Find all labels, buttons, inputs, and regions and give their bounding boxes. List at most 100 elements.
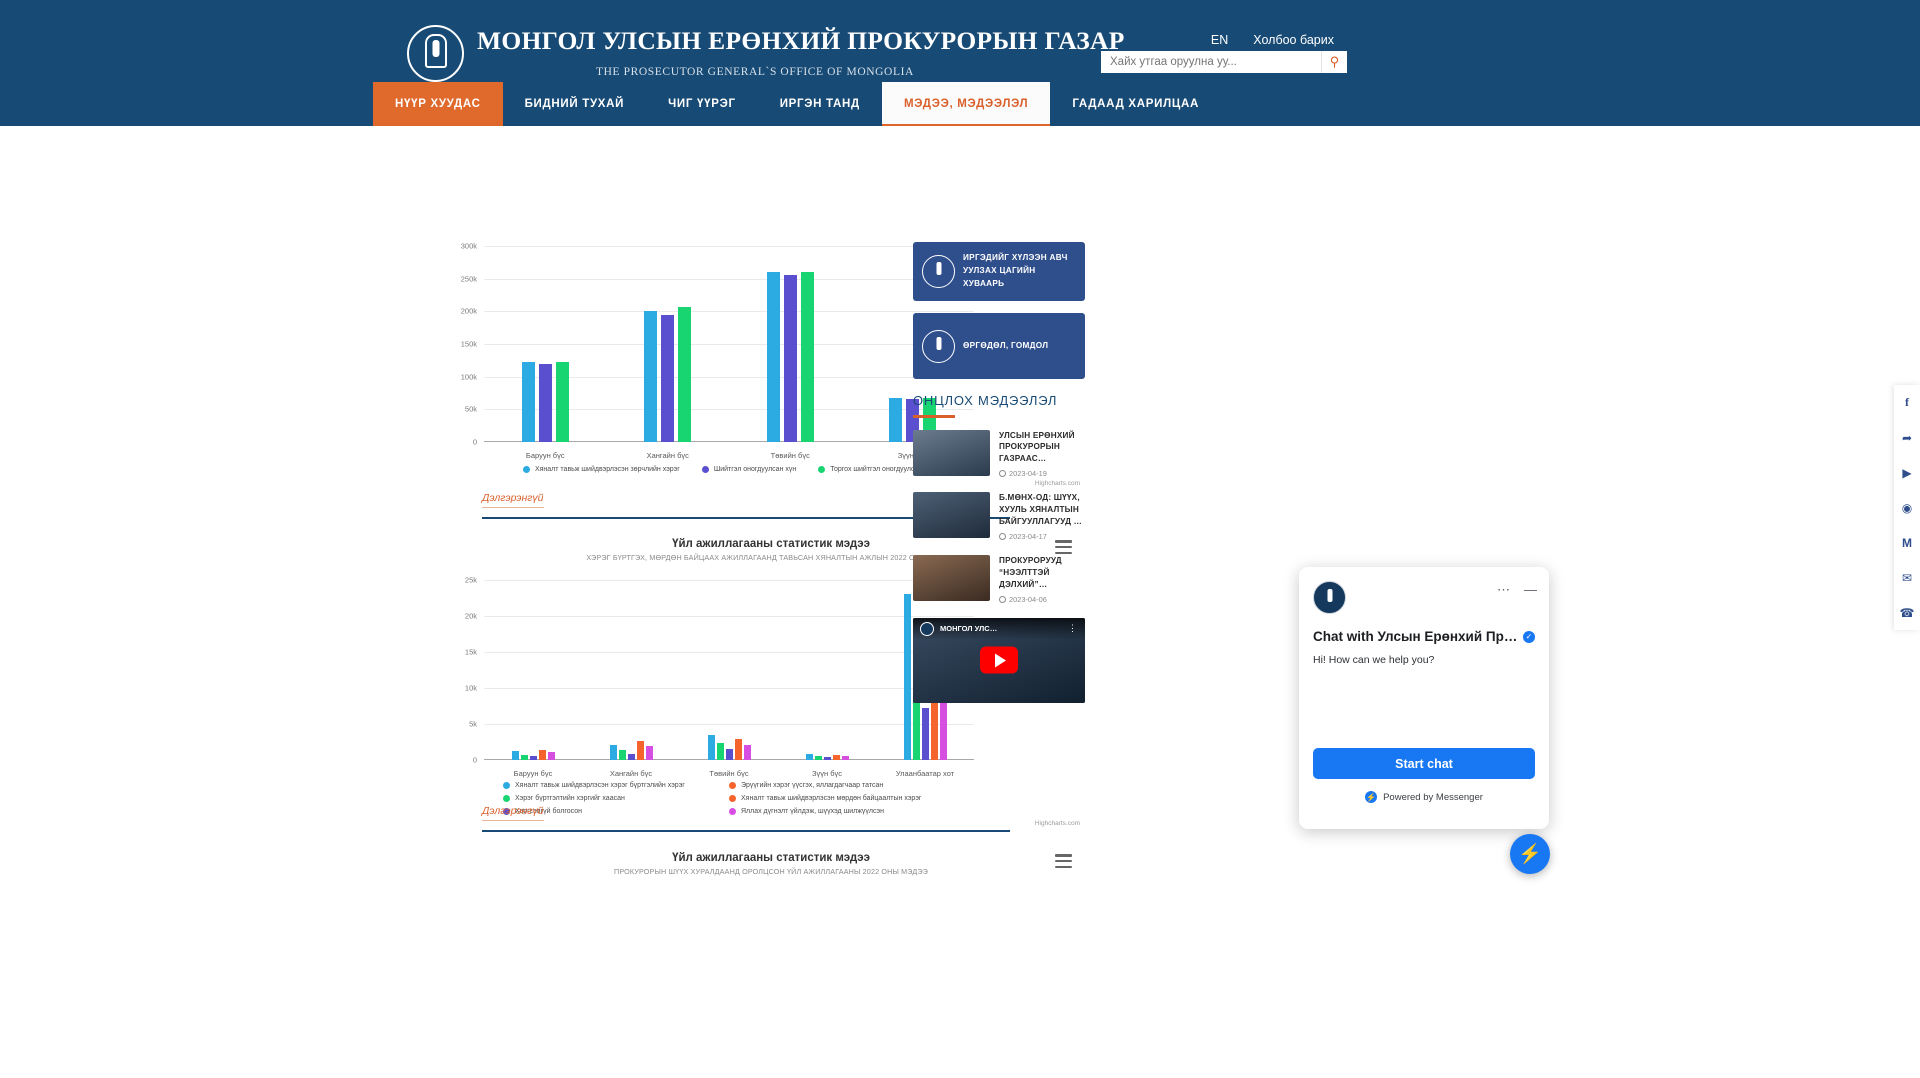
nav-item-news[interactable]: МЭДЭЭ, МЭДЭЭЛЭЛ xyxy=(881,82,1051,126)
search-icon[interactable]: ⚲ xyxy=(1321,51,1347,73)
featured-heading: ОНЦЛОХ МЭДЭЭЛЭЛ xyxy=(913,393,1058,408)
chart-bar[interactable] xyxy=(609,744,617,760)
chart-bar[interactable] xyxy=(547,751,555,760)
chart-bar[interactable] xyxy=(644,311,658,442)
chart-bar[interactable] xyxy=(921,708,929,760)
chart-bar[interactable] xyxy=(627,753,635,760)
facebook-icon[interactable]: f xyxy=(1894,385,1920,420)
chart-bar[interactable] xyxy=(823,756,831,760)
highcharts-credit-2[interactable]: Highcharts.com xyxy=(1035,820,1080,827)
site-logo[interactable] xyxy=(407,25,464,82)
chart-bar[interactable] xyxy=(529,755,537,760)
hamburger-menu-icon[interactable] xyxy=(1055,854,1072,868)
chart-bar[interactable] xyxy=(511,751,519,760)
chart-legend-1: Хяналт тавьж шийдвэрлэсэн зөрчлийн хэрэг… xyxy=(484,466,974,473)
news-date-text: 2023-04-17 xyxy=(1009,531,1047,541)
chart-bar[interactable] xyxy=(521,362,535,442)
chart-bar[interactable] xyxy=(661,314,675,442)
clock-icon xyxy=(999,595,1006,603)
legend-color-swatch xyxy=(729,808,736,815)
gridline xyxy=(484,616,974,617)
banner-citizen-reception-schedule[interactable]: ИРГЭДИЙГ ХҮЛЭЭН АВЧ УУЛЗАХ ЦАГИЙН ХУВААР… xyxy=(913,242,1085,301)
ellipsis-icon[interactable]: ⋯ xyxy=(1497,583,1510,596)
language-switch-en[interactable]: EN xyxy=(1211,33,1228,47)
chart-bar[interactable] xyxy=(841,756,849,760)
chart-bar[interactable] xyxy=(889,397,903,442)
gridline xyxy=(484,246,974,247)
chart-bar[interactable] xyxy=(734,738,742,760)
medium-icon[interactable]: M xyxy=(1894,525,1920,560)
legend-color-swatch xyxy=(729,795,736,802)
minimize-icon[interactable]: — xyxy=(1524,583,1537,596)
legend-label: Хяналт тавьж шийдвэрлэсэн мөрдөн байцаал… xyxy=(741,795,922,802)
chart-bar[interactable] xyxy=(678,307,692,442)
legend-item[interactable]: Хяналт тавьж шийдвэрлэсэн зөрчлийн хэрэг xyxy=(522,466,680,473)
chart-bar[interactable] xyxy=(783,275,797,442)
chart-bar[interactable] xyxy=(520,754,528,760)
more-link-1[interactable]: Дэлгэрэнгүй xyxy=(482,492,544,508)
chart-bar[interactable] xyxy=(618,750,626,760)
legend-item[interactable]: Хяналт тавьж шийдвэрлэсэн хэрэг бүртгэли… xyxy=(503,782,703,789)
banner-petitions-complaints[interactable]: ӨРГӨДӨЛ, ГОМДОЛ xyxy=(913,313,1085,379)
instagram-icon[interactable]: ◉ xyxy=(1894,490,1920,525)
powered-by-label: Powered by Messenger xyxy=(1383,791,1483,803)
legend-item[interactable]: Эрүүгийн хэрэг үүсгэх, яллагдагчаар татс… xyxy=(729,782,969,789)
list-item[interactable]: Б.МӨНХ-ОД: ШҮҮХ, ХУУЛЬ ХЯНАЛТЫН БАЙГУУЛЛ… xyxy=(913,492,1085,541)
nav-item-for-citizens[interactable]: ИРГЭН ТАНД xyxy=(758,82,882,126)
chart-bar[interactable] xyxy=(805,753,813,760)
x-axis-label: Улаанбаатар хот xyxy=(895,769,955,778)
chart-bar[interactable] xyxy=(743,744,751,760)
y-axis-tick: 15k xyxy=(464,647,477,657)
chart-bar[interactable] xyxy=(555,362,569,442)
featured-video[interactable]: МОНГОЛ УЛС… ⋮ xyxy=(913,617,1085,703)
y-axis-tick: 150k xyxy=(460,339,477,349)
more-link-2[interactable]: Дэлгэрэнгүй xyxy=(482,805,544,821)
phone-icon[interactable]: ☎ xyxy=(1894,595,1920,630)
chart-bar[interactable] xyxy=(939,695,947,760)
chart-bar[interactable] xyxy=(832,754,840,760)
legend-item[interactable]: Яллах дүгнэлт үйлдэж, шүүхэд шилжүүлсэн xyxy=(729,808,969,815)
chart-bar[interactable] xyxy=(725,749,733,760)
news-date: 2023-04-17 xyxy=(999,532,1085,541)
messenger-fab-button[interactable]: ⚡ xyxy=(1510,834,1550,874)
nav-item-about[interactable]: БИДНИЙ ТУХАЙ xyxy=(503,82,647,126)
legend-item[interactable]: Хяналт тавьж шийдвэрлэсэн мөрдөн байцаал… xyxy=(729,795,969,802)
chart-bar[interactable] xyxy=(716,743,724,760)
chart-bar[interactable] xyxy=(800,272,814,442)
nav-item-home[interactable]: НҮҮР ХУУДАС xyxy=(373,82,503,126)
legend-item[interactable]: Шийтгэл оногдуулсан хүн xyxy=(701,466,796,473)
right-sidebar: ИРГЭДИЙГ ХҮЛЭЭН АВЧ УУЛЗАХ ЦАГИЙН ХУВААР… xyxy=(913,126,1085,703)
y-axis-tick: 20k xyxy=(464,611,477,621)
youtube-play-icon[interactable] xyxy=(980,646,1018,674)
email-icon[interactable]: ✉ xyxy=(1894,560,1920,595)
chat-header-actions: ⋯ — xyxy=(1497,583,1537,596)
chart-bar[interactable] xyxy=(814,755,822,760)
y-axis-tick: 300k xyxy=(460,241,477,251)
nav-item-functions[interactable]: ЧИГ ҮҮРЭГ xyxy=(646,82,758,126)
chart-bar[interactable] xyxy=(538,749,546,760)
chart-bar[interactable] xyxy=(766,272,780,442)
start-chat-button[interactable]: Start chat xyxy=(1313,748,1535,779)
y-axis-tick: 100k xyxy=(460,372,477,382)
chart-bar[interactable] xyxy=(538,363,552,442)
list-item[interactable]: УЛСЫН ЕРӨНХИЙ ПРОКУРОРЫН ГАЗРААС… 2023-0… xyxy=(913,429,1085,479)
x-axis-label: Баруун бүс xyxy=(525,451,565,460)
chart-bar[interactable] xyxy=(903,594,911,760)
search-input[interactable] xyxy=(1101,51,1321,73)
news-date-text: 2023-04-19 xyxy=(1009,469,1047,479)
news-date: 2023-04-06 xyxy=(999,595,1085,604)
chart-bar[interactable] xyxy=(707,735,715,760)
nav-item-foreign-relations[interactable]: ГАДААД ХАРИЛЦАА xyxy=(1050,82,1221,126)
powered-by-messenger: ⚡ Powered by Messenger xyxy=(1299,791,1549,803)
chart-bar[interactable] xyxy=(645,746,653,760)
list-item[interactable]: ПРОКУРОРУУД “НЭЭЛТТЭЙ ДЭЛХИЙ”… 2023-04-0… xyxy=(913,554,1085,604)
twitter-icon[interactable]: ➦ xyxy=(1894,420,1920,455)
channel-avatar-icon xyxy=(920,621,934,636)
kebab-menu-icon[interactable]: ⋮ xyxy=(1068,623,1078,634)
youtube-icon[interactable]: ▶ xyxy=(1894,455,1920,490)
chart-bar[interactable] xyxy=(636,740,644,760)
y-axis-tick: 200k xyxy=(460,306,477,316)
gridline xyxy=(484,311,974,313)
page-body: 0 50k 100k 150k 200k 250k 300k Баруун бүс Ханга… xyxy=(0,126,1920,1078)
contact-link[interactable]: Холбоо барих xyxy=(1253,33,1334,47)
